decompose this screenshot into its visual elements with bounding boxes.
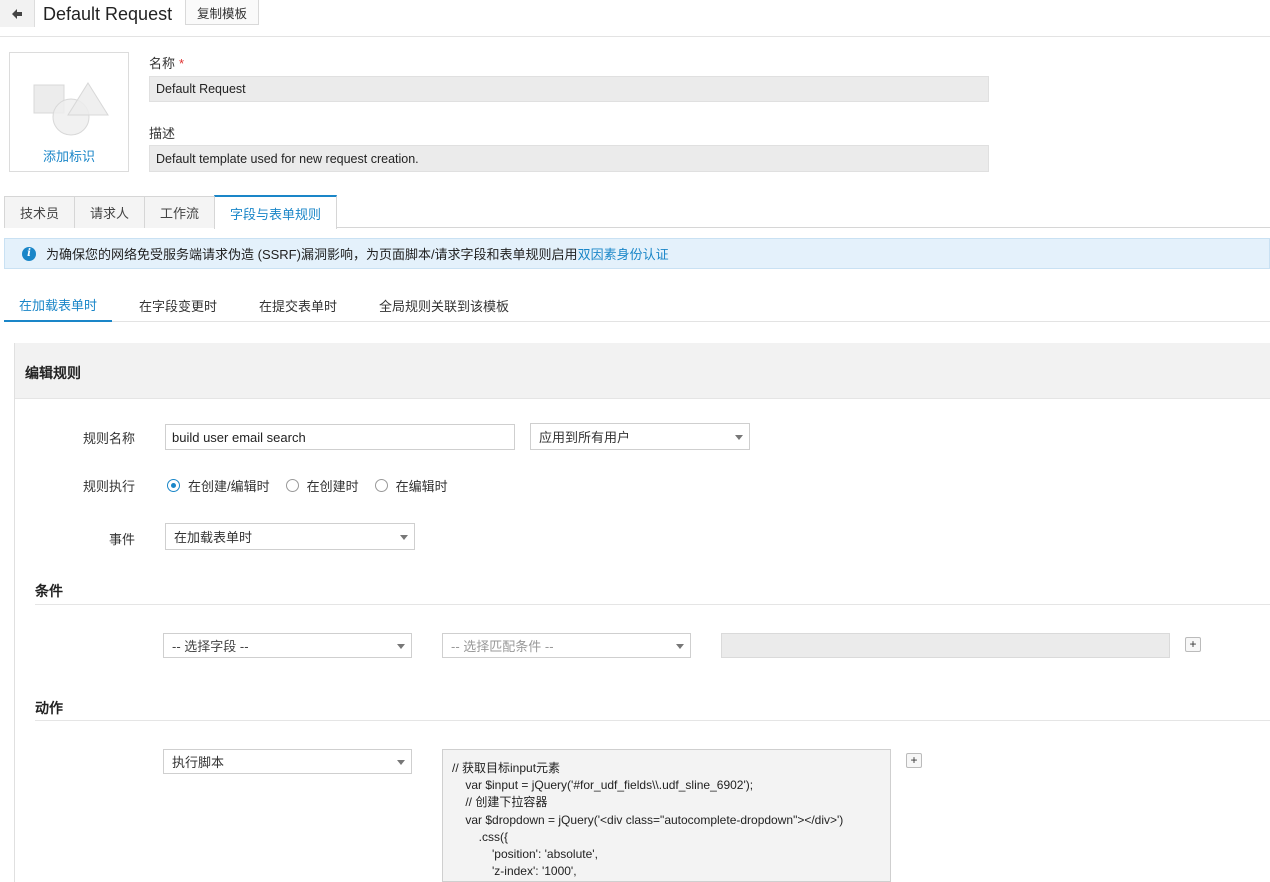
radio-create[interactable]: 在创建时 (285, 476, 359, 495)
radio-unchecked-icon (285, 479, 299, 492)
shapes-placeholder-icon (33, 82, 109, 136)
chevron-down-icon (676, 643, 684, 649)
edit-rule-title: 编辑规则 (25, 365, 81, 381)
event-label: 事件 (109, 532, 136, 547)
name-field[interactable]: Default Request (149, 76, 989, 102)
radio-edit[interactable]: 在编辑时 (374, 476, 448, 495)
tab-workflow[interactable]: 工作流 (144, 196, 215, 228)
radio-create-edit[interactable]: 在创建/编辑时 (167, 476, 270, 495)
description-field[interactable]: Default template used for new request cr… (149, 145, 989, 172)
subtab-on-form-submit[interactable]: 在提交表单时 (259, 289, 337, 321)
action-type-select[interactable]: 执行脚本 (163, 749, 412, 774)
chevron-down-icon (397, 759, 405, 765)
condition-match-value: -- 选择匹配条件 -- (451, 639, 554, 654)
panel-header: 编辑规则 (15, 343, 1270, 399)
description-label: 描述 (149, 126, 176, 141)
action-type-value: 执行脚本 (172, 755, 225, 770)
radio-edit-label: 在编辑时 (395, 479, 448, 494)
back-button[interactable] (0, 0, 35, 27)
add-icon-link[interactable]: 添加标识 (10, 146, 128, 165)
name-label: 名称 * (149, 53, 184, 72)
rule-execute-label: 规则执行 (83, 479, 136, 494)
subtab-global-rules[interactable]: 全局规则关联到该模板 (379, 289, 509, 321)
page-title: Default Request (43, 4, 173, 24)
top-bar: Default Request 复制模板 (0, 0, 1270, 37)
info-icon: i (22, 246, 36, 261)
chevron-down-icon (735, 434, 743, 440)
required-marker: * (179, 56, 185, 71)
condition-field-select[interactable]: -- 选择字段 -- (163, 633, 412, 658)
template-icon-box[interactable]: 添加标识 (9, 52, 129, 172)
add-condition-button[interactable]: + (1185, 637, 1201, 652)
execute-radio-group: 在创建/编辑时 在创建时 在编辑时 (167, 476, 464, 495)
edit-rule-panel: 编辑规则 规则名称 build user email search 应用到所有用… (14, 343, 1270, 882)
main-tabs: 技术员 请求人 工作流 字段与表单规则 (4, 195, 1270, 229)
tab-technician[interactable]: 技术员 (4, 196, 75, 228)
condition-match-select[interactable]: -- 选择匹配条件 -- (442, 633, 691, 658)
conditions-divider (35, 604, 1270, 605)
subtab-on-field-change[interactable]: 在字段变更时 (139, 289, 217, 321)
chevron-down-icon (400, 534, 408, 540)
actions-title: 动作 (35, 700, 63, 716)
actions-divider (35, 720, 1270, 721)
radio-create-label: 在创建时 (306, 479, 359, 494)
rule-name-label: 规则名称 (83, 431, 136, 446)
rule-sub-tabs: 在加载表单时 在字段变更时 在提交表单时 全局规则关联到该模板 (4, 289, 1270, 322)
condition-field-value: -- 选择字段 -- (172, 639, 249, 654)
subtab-on-form-load[interactable]: 在加载表单时 (4, 289, 113, 322)
conditions-title: 条件 (35, 583, 63, 599)
arrow-left-icon (12, 8, 22, 19)
script-editor[interactable]: // 获取目标input元素 var $input = jQuery('#for… (442, 749, 891, 882)
apply-to-value: 应用到所有用户 (539, 430, 631, 445)
chevron-down-icon (397, 643, 405, 649)
event-value: 在加载表单时 (174, 530, 253, 545)
radio-checked-icon (167, 479, 180, 492)
event-select[interactable]: 在加载表单时 (165, 523, 415, 550)
radio-create-edit-label: 在创建/编辑时 (188, 479, 270, 494)
condition-value-input[interactable] (721, 633, 1170, 658)
ssrf-info-banner: i 为确保您的网络免受服务端请求伪造 (SSRF)漏洞影响，为页面脚本/请求字段… (4, 238, 1270, 269)
rule-name-input[interactable]: build user email search (165, 424, 515, 450)
banner-text: 为确保您的网络免受服务端请求伪造 (SSRF)漏洞影响，为页面脚本/请求字段和表… (46, 247, 578, 262)
name-label-text: 名称 (149, 56, 176, 71)
two-factor-auth-link[interactable]: 双因素身份认证 (578, 244, 669, 263)
add-action-button[interactable]: + (906, 753, 922, 768)
copy-template-button[interactable]: 复制模板 (185, 0, 259, 25)
radio-unchecked-icon (374, 479, 388, 492)
tab-requester[interactable]: 请求人 (74, 196, 145, 228)
tab-fields-form-rules[interactable]: 字段与表单规则 (214, 195, 337, 229)
apply-to-select[interactable]: 应用到所有用户 (530, 423, 750, 450)
